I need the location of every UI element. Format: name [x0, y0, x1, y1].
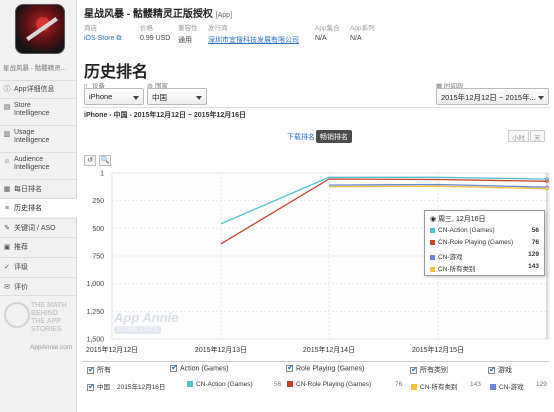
tooltip-row: CN-游戏 129	[430, 251, 542, 261]
legend-value-all-categories: 143	[470, 381, 481, 388]
app-annie-watermark: App Annie STORE STATS	[114, 310, 179, 334]
rank-chart[interactable]: 12505007501,0001,2501,500 2015年12月12日 201…	[0, 0, 554, 412]
series-swatch	[187, 381, 193, 388]
checkbox[interactable]	[87, 365, 95, 374]
calendar-icon: ◉	[430, 216, 437, 223]
legend-value-role-playing: 76	[395, 381, 403, 388]
checkbox[interactable]	[410, 365, 418, 374]
series-swatch	[287, 381, 293, 388]
y-tick-label: 1,250	[86, 309, 104, 316]
y-tick-label: 500	[92, 226, 104, 233]
watermark-brand: App Annie	[114, 310, 179, 325]
legend-entry-games[interactable]: CN-游戏	[490, 381, 524, 391]
legend-header-games[interactable]: 游戏	[488, 365, 512, 375]
tooltip-row: CN-所有类别 143	[430, 263, 542, 273]
x-tick-label: 2015年12月12日	[86, 345, 138, 354]
checkbox[interactable]	[286, 363, 294, 372]
y-tick-label: 1	[100, 171, 104, 178]
y-tick-label: 1,000	[86, 281, 104, 288]
series-swatch	[490, 384, 496, 391]
chart-tooltip: ◉ 周三, 12月16日 CN-Action (Games) 56 CN-Role…	[424, 210, 545, 276]
legend-header-all[interactable]: 所有	[87, 365, 111, 375]
legend-divider	[82, 361, 550, 362]
series-swatch	[430, 227, 435, 233]
y-tick-label: 250	[92, 198, 104, 205]
x-axis-ticks: 2015年12月12日 2015年12月13日 2015年12月14日 2015年12…	[86, 345, 464, 354]
tooltip-header: ◉ 周三, 12月16日	[430, 216, 486, 223]
tooltip-row: CN-Action (Games) 56	[430, 227, 542, 237]
checkbox[interactable]	[488, 365, 496, 374]
series-swatch	[411, 384, 417, 391]
series-swatch	[430, 239, 435, 245]
legend-header-all-categories[interactable]: 所有类别	[410, 365, 448, 375]
y-tick-label: 750	[92, 253, 104, 260]
legend-entry-role-playing[interactable]: CN-Role Playing (Games)	[287, 381, 371, 388]
legend-header-action[interactable]: Action (Games)	[170, 363, 229, 372]
tooltip-row: CN-Role Playing (Games) 76	[430, 239, 542, 249]
watermark-badge: STORE STATS	[114, 326, 161, 334]
x-tick-label: 2015年12月14日	[303, 345, 355, 354]
checkbox[interactable]	[87, 382, 95, 391]
y-tick-label: 1,500	[86, 337, 104, 344]
x-tick-label: 2015年12月15日	[412, 345, 464, 354]
legend-header-role-playing[interactable]: Role Playing (Games)	[286, 363, 364, 372]
x-tick-label: 2015年12月13日	[195, 345, 247, 354]
legend-value-games: 129	[536, 381, 547, 388]
legend-entry-action[interactable]: CN-Action (Games)	[187, 381, 253, 388]
y-axis-ticks: 1 250 500 750 1,000 1,250 1,500	[86, 171, 104, 344]
legend-entry-all-categories[interactable]: CN-所有类别	[411, 381, 458, 391]
series-swatch	[430, 254, 435, 260]
checkbox[interactable]	[170, 363, 178, 372]
legend-date: 2015年12月16日	[117, 384, 166, 391]
series-swatch	[430, 266, 435, 272]
legend-value-action: 56	[274, 381, 282, 388]
legend-country[interactable]: 中国	[87, 381, 110, 391]
